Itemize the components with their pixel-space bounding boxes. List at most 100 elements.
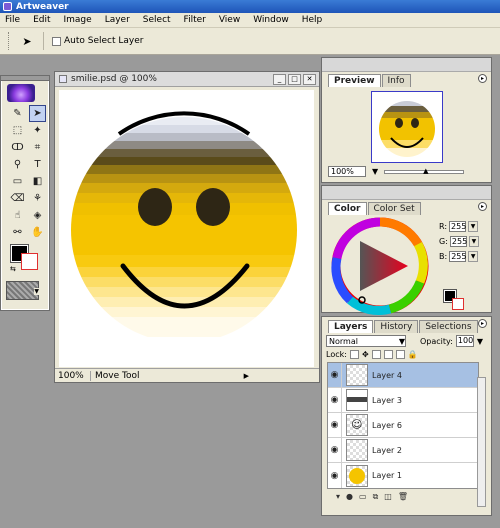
preview-zoom-field[interactable]: 100% (328, 166, 366, 177)
layer-options: Normal ▼ Opacity: 100 ▼ (322, 333, 491, 349)
saturation-triangle[interactable] (360, 241, 408, 291)
hand-icon[interactable]: ✋ (29, 224, 46, 241)
lock-all-checkbox[interactable] (395, 350, 405, 359)
text-tool-icon[interactable]: T (29, 156, 46, 173)
eye-icon[interactable]: ◉ (328, 363, 342, 387)
eraser-icon[interactable]: ⌫ (9, 190, 26, 207)
blend-mode-select[interactable]: Normal ▼ (326, 335, 406, 347)
texture-selector[interactable]: ▼ (6, 281, 39, 300)
tab-preview[interactable]: Preview (328, 74, 381, 87)
background-color-swatch[interactable] (452, 298, 464, 310)
lasso-icon[interactable]: ↀ (9, 139, 26, 156)
zoom-icon[interactable]: ⚯ (9, 224, 26, 241)
delete-layer-icon[interactable]: 🗑 (398, 492, 408, 502)
panel-menu-icon[interactable]: ▸ (478, 319, 487, 328)
move-tool-icon[interactable]: ➤ (19, 33, 35, 49)
lock-position-checkbox[interactable] (371, 350, 381, 359)
layers-footer: ▾ ● ▭ ⧉ ◫ 🗑 (322, 489, 491, 505)
menu-filter[interactable]: Filter (184, 15, 206, 25)
opacity-control: Opacity: 100 ▼ (420, 335, 483, 347)
smudge-icon[interactable]: ☝ (9, 207, 26, 224)
lock-transparency-checkbox[interactable] (349, 350, 359, 359)
layer-name: Layer 1 (372, 471, 402, 480)
marquee-rect-icon[interactable]: ⬚ (9, 122, 26, 139)
preview-zoom-slider[interactable]: ▲ (384, 167, 465, 175)
r-input[interactable]: 255 (449, 221, 466, 232)
minimize-button[interactable]: _ (273, 73, 286, 85)
g-dropdown-icon[interactable]: ▼ (468, 236, 479, 247)
menu-bar: File Edit Image Layer Select Filter View… (0, 13, 500, 28)
layer-row[interactable]: ◉ Layer 2 (328, 438, 478, 463)
clone-stamp-icon[interactable]: ⚘ (29, 190, 46, 207)
new-layer-icon[interactable]: ⧉ (373, 492, 379, 502)
document-titlebar[interactable]: smilie.psd @ 100% _ □ ✕ (55, 72, 319, 87)
tab-history[interactable]: History (374, 320, 419, 333)
tab-layers[interactable]: Layers (328, 320, 374, 333)
menu-layer[interactable]: Layer (105, 15, 130, 25)
status-menu-arrow-icon[interactable]: ▶ (244, 372, 249, 380)
layer-row[interactable]: ◉ Layer 1 (328, 463, 478, 488)
layer-row[interactable]: ◉ Layer 3 (328, 388, 478, 413)
zoom-dropdown-icon[interactable]: ▼ (372, 167, 378, 176)
magic-wand-icon[interactable]: ✦ (29, 122, 46, 139)
r-dropdown-icon[interactable]: ▼ (468, 221, 479, 232)
tab-selections[interactable]: Selections (419, 320, 478, 333)
maximize-button[interactable]: □ (288, 73, 301, 85)
menu-image[interactable]: Image (64, 15, 92, 25)
slider-thumb[interactable]: ▲ (423, 167, 428, 175)
right-eye (196, 188, 230, 226)
panel-menu-icon[interactable]: ▸ (478, 74, 487, 83)
layer-row[interactable]: ◉ ☺ Layer 6 (328, 413, 478, 438)
g-input[interactable]: 255 (449, 236, 467, 247)
rectangle-icon[interactable]: ▭ (9, 173, 26, 190)
menu-file[interactable]: File (5, 15, 20, 25)
auto-select-layer-checkbox[interactable] (52, 36, 61, 46)
menu-window[interactable]: Window (253, 15, 289, 25)
layer-name: Layer 2 (372, 445, 402, 455)
color-wheel[interactable] (330, 216, 430, 316)
tab-color-set[interactable]: Color Set (367, 202, 421, 215)
auto-select-layer-option[interactable]: Auto Select Layer (52, 36, 143, 46)
toolbar-grip[interactable] (8, 32, 11, 50)
paint-brush-icon[interactable]: ✎ (9, 105, 26, 122)
folder-icon[interactable]: ▭ (359, 492, 367, 502)
tab-info[interactable]: Info (381, 74, 411, 87)
swap-colors-icon[interactable]: ⇆ (10, 265, 16, 273)
eye-icon[interactable]: ◉ (328, 388, 342, 412)
gradient-icon[interactable]: ◧ (29, 173, 46, 190)
b-dropdown-icon[interactable]: ▼ (468, 251, 479, 262)
menu-view[interactable]: View (219, 15, 240, 25)
lock-pixels-checkbox[interactable] (383, 350, 393, 359)
opacity-dropdown-icon[interactable]: ▼ (477, 337, 483, 346)
panel-header[interactable] (322, 186, 491, 200)
zoom-level[interactable]: 100% (55, 370, 91, 381)
tab-color[interactable]: Color (328, 202, 367, 215)
panel-menu-icon[interactable]: ▸ (478, 202, 487, 211)
tool-grid: ✎ ➤ ⬚ ✦ ↀ ⌗ ⚲ T ▭ ◧ ⌫ ⚘ ☝ ◈ ⚯ ✋ (9, 105, 49, 241)
menu-help[interactable]: Help (302, 15, 323, 25)
b-input[interactable]: 255 (449, 251, 466, 262)
menu-edit[interactable]: Edit (33, 15, 50, 25)
layers-scrollbar[interactable] (477, 377, 486, 507)
opacity-input[interactable]: 100 (455, 335, 474, 347)
eye-icon[interactable]: ◉ (328, 463, 342, 488)
paint-bucket-icon[interactable]: ◈ (29, 207, 46, 224)
toolbox-header[interactable] (1, 76, 49, 81)
preview-panel: Preview Info ▸ 100% ▼ ▲ (321, 57, 492, 183)
move-arrow-icon[interactable]: ➤ (29, 105, 46, 122)
menu-select[interactable]: Select (143, 15, 171, 25)
eyedropper-icon[interactable]: ⚲ (9, 156, 26, 173)
close-button[interactable]: ✕ (303, 73, 316, 85)
layer-style-icon[interactable]: ▾ (336, 492, 340, 502)
crop-icon[interactable]: ⌗ (29, 139, 46, 156)
image-canvas[interactable] (59, 90, 314, 367)
preview-thumbnail[interactable] (370, 91, 443, 163)
panel-header[interactable] (322, 58, 491, 72)
eye-icon[interactable]: ◉ (328, 413, 342, 437)
move-lock-icon: ✥ (361, 350, 369, 359)
background-color-swatch[interactable] (21, 253, 38, 270)
new-group-icon[interactable]: ● (346, 492, 353, 502)
duplicate-layer-icon[interactable]: ◫ (384, 492, 392, 502)
eye-icon[interactable]: ◉ (328, 438, 342, 462)
layer-row[interactable]: ◉ Layer 4 (328, 363, 478, 388)
